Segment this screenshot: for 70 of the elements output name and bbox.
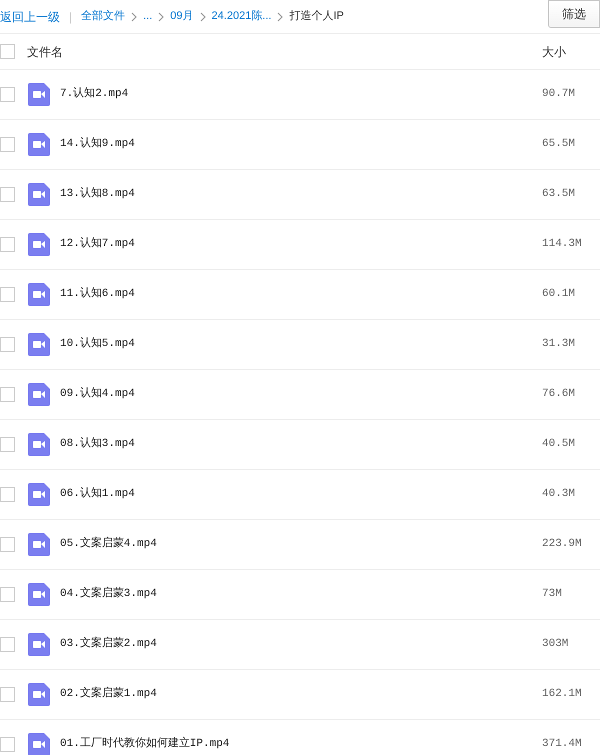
file-name[interactable]: 02.文案启蒙1.mp4 [60,686,542,703]
file-name[interactable]: 14.认知9.mp4 [60,136,542,153]
video-file-icon [28,83,50,106]
separator: | [69,8,72,26]
video-file-icon [28,583,50,606]
back-link[interactable]: 返回上一级 [0,8,60,26]
chevron-icon [277,12,284,22]
checkbox[interactable] [0,237,15,252]
breadcrumb-link[interactable]: 全部文件 [81,8,126,25]
file-name[interactable]: 09.认知4.mp4 [60,386,542,403]
checkbox[interactable] [0,337,15,352]
checkbox[interactable] [0,587,15,602]
file-name[interactable]: 01.工厂时代教你如何建立IP.mp4 [60,736,542,753]
file-name[interactable]: 06.认知1.mp4 [60,486,542,503]
column-header: 文件名 [27,44,64,60]
checkbox[interactable] [0,87,15,102]
file-size: 76.6M [542,387,576,402]
video-file-icon [28,433,50,456]
chevron-icon [158,12,164,22]
checkbox[interactable] [0,737,15,752]
file-name[interactable]: 04.文案启蒙3.mp4 [60,586,542,603]
file-size: 371.4M [542,737,583,752]
file-name[interactable]: 7.认知2.mp4 [60,86,542,103]
video-file-icon [28,483,50,506]
checkbox[interactable] [0,137,15,152]
file-size: 303M [542,637,570,652]
breadcrumb-current: 打造个人IP [289,9,344,24]
file-name[interactable]: 08.认知3.mp4 [60,436,542,453]
file-name[interactable]: 05.文案启蒙4.mp4 [60,536,542,553]
checkbox[interactable] [0,537,15,552]
file-size: 162.1M [542,687,583,702]
filter-button[interactable]: 筛选 [548,0,600,28]
file-size: 63.5M [542,187,576,202]
checkbox[interactable] [0,187,15,202]
breadcrumb-link[interactable]: ... [143,8,152,25]
file-name[interactable]: 03.文案启蒙2.mp4 [60,636,542,653]
file-size: 31.3M [542,337,576,352]
checkbox[interactable] [0,487,15,502]
checkbox[interactable] [0,437,15,452]
column-header: 大小 [542,44,567,60]
video-file-icon [28,133,50,156]
file-size: 114.3M [542,237,583,252]
breadcrumb-link[interactable]: 09月 [170,8,194,25]
checkbox[interactable] [0,287,15,302]
video-file-icon [28,283,50,306]
checkbox[interactable] [0,44,15,59]
chevron-icon [200,12,206,22]
breadcrumb-link[interactable]: 24.2021陈... [212,8,272,25]
file-size: 60.1M [542,287,576,302]
file-size: 40.3M [542,487,576,502]
video-file-icon [28,333,50,356]
video-file-icon [28,683,50,706]
video-file-icon [28,383,50,406]
checkbox[interactable] [0,387,15,402]
video-file-icon [28,183,50,206]
checkbox[interactable] [0,687,15,702]
file-name[interactable]: 12.认知7.mp4 [60,236,542,253]
chevron-icon [131,12,138,22]
file-name[interactable]: 10.认知5.mp4 [60,336,542,353]
file-size: 73M [542,587,563,602]
file-name[interactable]: 11.认知6.mp4 [60,286,542,303]
video-file-icon [28,233,50,256]
file-size: 65.5M [542,137,576,152]
video-file-icon [28,533,50,556]
file-size: 40.5M [542,437,576,452]
file-size: 90.7M [542,87,576,102]
file-name[interactable]: 13.认知8.mp4 [60,186,542,203]
file-size: 223.9M [542,537,583,552]
video-file-icon [28,633,50,656]
checkbox[interactable] [0,637,15,652]
